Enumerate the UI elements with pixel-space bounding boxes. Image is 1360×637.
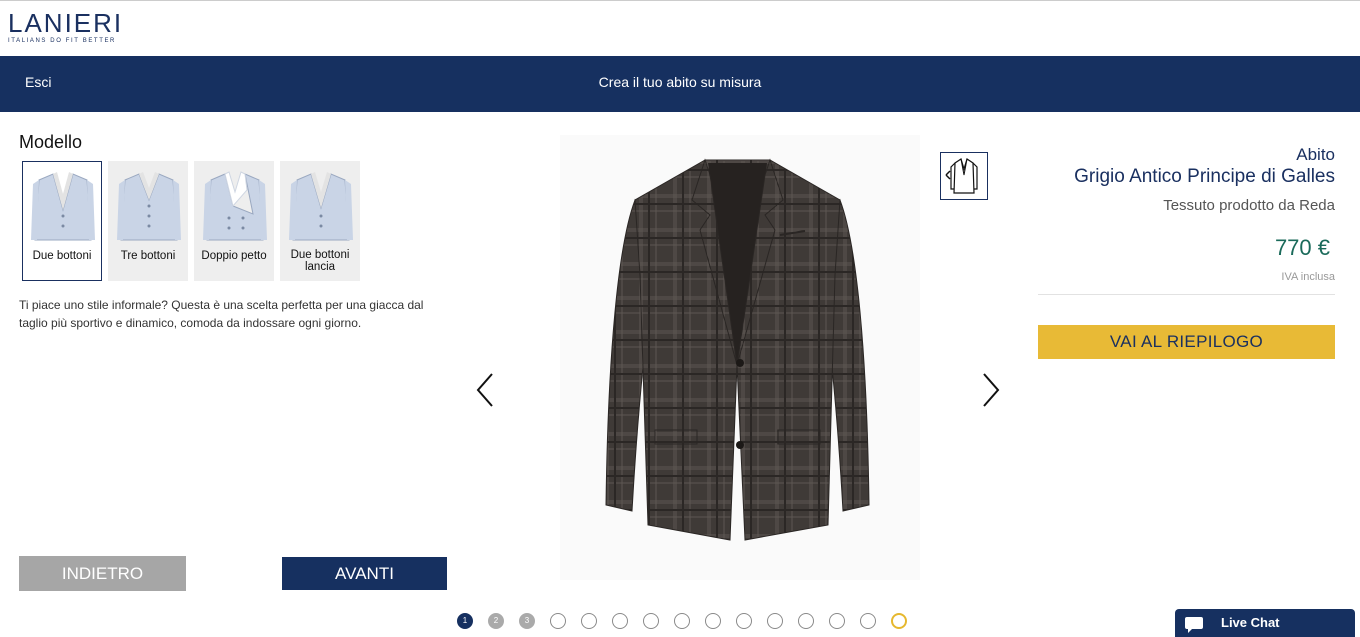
product-fabric: Tessuto prodotto da Reda	[1163, 197, 1335, 214]
chevron-left-icon[interactable]	[470, 370, 500, 410]
nav-bar: Esci Crea il tuo abito su misura	[0, 56, 1360, 112]
product-name: Grigio Antico Principe di Galles	[1074, 166, 1335, 187]
step-dot[interactable]: 1	[457, 613, 473, 629]
model-label: Due bottoni	[32, 250, 92, 262]
step-dot[interactable]	[643, 613, 659, 629]
live-chat-label: Live Chat	[1221, 615, 1280, 630]
step-pagination: 1 2 3	[457, 613, 907, 629]
brand-logo[interactable]: LANIERI ITALIANS DO FIT BETTER	[8, 10, 123, 44]
vat-note: IVA inclusa	[1281, 271, 1335, 283]
step-dot[interactable]	[798, 613, 814, 629]
model-label: Due bottoni lancia	[290, 249, 350, 273]
model-options: Due bottoni Tre bottoni Doppio petto Due…	[22, 161, 360, 281]
model-option-due-bottoni-lancia[interactable]: Due bottoni lancia	[280, 161, 360, 281]
step-dot[interactable]	[829, 613, 845, 629]
jacket-model-icon	[117, 172, 181, 241]
model-label: Tre bottoni	[120, 250, 176, 262]
jacket-preview	[605, 158, 870, 541]
jacket-model-icon	[31, 172, 95, 241]
top-header: LANIERI ITALIANS DO FIT BETTER	[0, 0, 1360, 56]
next-button[interactable]: AVANTI	[282, 557, 447, 590]
step-dot[interactable]	[736, 613, 752, 629]
summary-button[interactable]: VAI AL RIEPILOGO	[1038, 325, 1335, 359]
step-dot[interactable]	[550, 613, 566, 629]
jacket-model-icon	[289, 172, 353, 241]
step-dot[interactable]	[705, 613, 721, 629]
step-dot[interactable]	[674, 613, 690, 629]
step-dot[interactable]	[767, 613, 783, 629]
product-price: 770 €	[1274, 235, 1330, 260]
model-option-due-bottoni[interactable]: Due bottoni	[22, 161, 102, 281]
logo-tagline: ITALIANS DO FIT BETTER	[8, 38, 116, 44]
live-chat-button[interactable]: Live Chat	[1175, 609, 1355, 637]
jacket-back-view-icon	[945, 158, 978, 194]
page-title: Crea il tuo abito su misura	[598, 74, 762, 90]
logo-wordmark: LANIERI	[8, 8, 124, 38]
chevron-right-icon[interactable]	[976, 370, 1006, 410]
model-label: Doppio petto	[201, 250, 267, 262]
step-dot[interactable]	[612, 613, 628, 629]
back-button[interactable]: INDIETRO	[19, 556, 186, 591]
divider	[1038, 294, 1335, 295]
model-option-tre-bottoni[interactable]: Tre bottoni	[108, 161, 188, 281]
product-category: Abito	[1296, 145, 1335, 164]
model-description: Ti piace uno stile informale? Questa è u…	[19, 298, 424, 330]
model-option-doppio-petto[interactable]: Doppio petto	[194, 161, 274, 281]
jacket-model-icon	[203, 171, 267, 241]
step-dot[interactable]: 2	[488, 613, 504, 629]
section-title: Modello	[19, 132, 83, 152]
chat-bubble-icon	[1185, 617, 1203, 633]
step-dot[interactable]	[581, 613, 597, 629]
view-toggle-button[interactable]	[940, 152, 988, 200]
step-dot-final[interactable]	[891, 613, 907, 629]
step-dot[interactable]	[860, 613, 876, 629]
page: LANIERI ITALIANS DO FIT BETTER Esci Crea…	[0, 0, 1360, 637]
step-dot[interactable]: 3	[519, 613, 535, 629]
